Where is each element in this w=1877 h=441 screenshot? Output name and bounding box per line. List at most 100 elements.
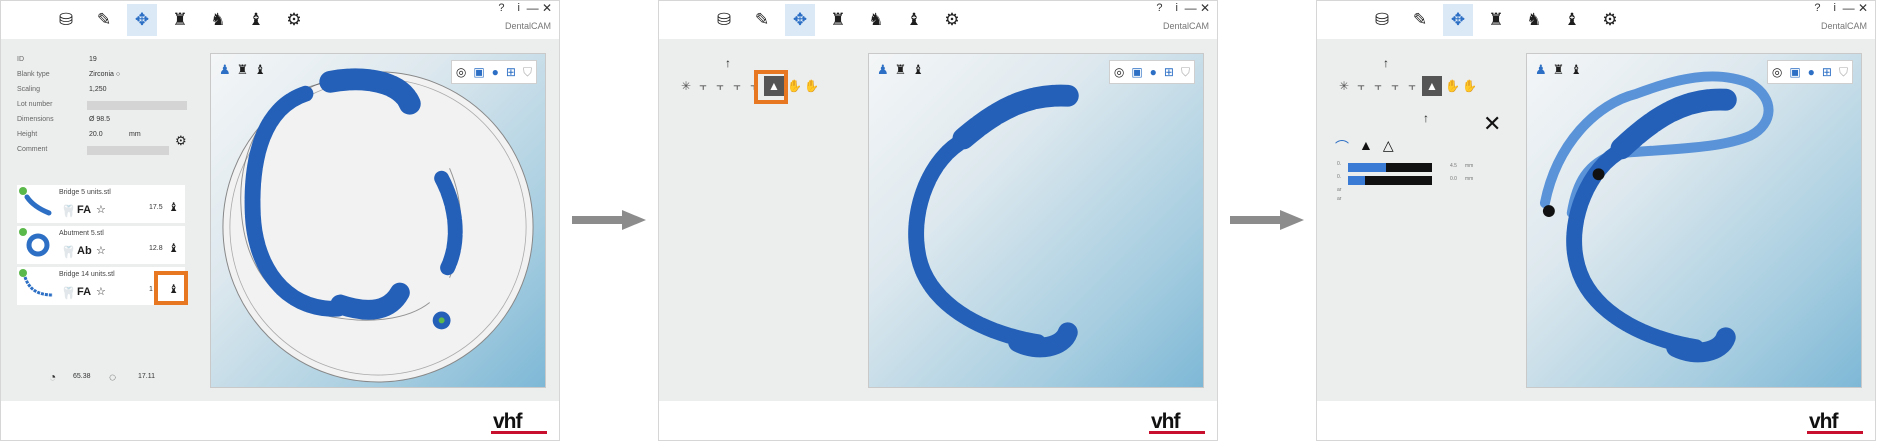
param-slider[interactable] <box>1348 163 1432 172</box>
tooth-pen-icon[interactable]: ♞ <box>861 4 891 36</box>
database-icon[interactable]: ⛁ <box>709 4 739 36</box>
main-toolbar: ⛁ ✎ ✥ ♜ ♞ ♝ ⚙ ? i — ✕ DentalCAM <box>659 1 1217 40</box>
help-info-buttons[interactable]: ? i <box>1814 2 1841 14</box>
up-arrow-icon[interactable]: ↑ <box>1383 56 1389 70</box>
bridge-thumbnail <box>23 276 54 297</box>
tooth-export-icon[interactable]: ♝ <box>241 4 271 36</box>
connector-icon[interactable]: ⫟ <box>730 79 744 94</box>
tooth-part-icon[interactable]: ✋ <box>1445 79 1460 93</box>
gear-icon[interactable]: ⚙ <box>937 4 967 36</box>
clamp-icon[interactable]: ✎ <box>89 4 119 36</box>
up-arrow-icon[interactable]: ↑ <box>725 56 731 70</box>
main-toolbar: ⛁ ✎ ✥ ♜ ♞ ♝ ⚙ ? i — ✕ DentalCAM <box>1 1 559 40</box>
sprue-icon[interactable]: ✳ <box>679 79 693 93</box>
clamp-icon[interactable]: ✎ <box>747 4 777 36</box>
job-card[interactable]: Bridge 5 units.stl 🦷 FA ☆ 17.5 ♝ <box>17 185 185 223</box>
window-close-button[interactable]: — ✕ <box>1185 1 1210 15</box>
vhf-logo: vhf <box>1149 411 1205 435</box>
app-title: DentalCAM <box>1162 21 1209 31</box>
tooth-part-icon[interactable]: ✋ <box>787 79 802 93</box>
gear-icon[interactable]: ⚙ <box>279 4 309 36</box>
info-value: Zirconia ○ <box>89 71 121 78</box>
sparkle-icon: ☆ <box>96 245 106 257</box>
job-name: Bridge 14 units.stl <box>59 271 115 278</box>
footer: vhf <box>1 401 559 440</box>
3d-viewport[interactable]: ♟ ♜ ♝ ◎ ▣ ● ⊞ ⛉ <box>1526 53 1862 388</box>
3d-viewport[interactable]: ♟ ♜ ♝ ◎ ▣ ● ⊞ ⛉ <box>210 53 546 388</box>
info-value: 1,250 <box>89 86 107 93</box>
calc-time: 65.38 <box>73 373 91 380</box>
tooth-icon: 🦷 <box>61 204 76 218</box>
lot-number-field[interactable] <box>87 101 187 110</box>
job-type: Ab <box>77 245 92 257</box>
position-icon[interactable]: ✥ <box>785 4 815 36</box>
tooth-part-icon[interactable]: ✋ <box>804 79 819 93</box>
tooth-part-icon[interactable]: ✋ <box>1462 79 1477 93</box>
footer: vhf <box>659 401 1217 440</box>
database-icon[interactable]: ⛁ <box>1367 4 1397 36</box>
cavity-tool-icon[interactable]: ▲ <box>1422 76 1442 96</box>
job-number: 12.8 <box>149 245 163 252</box>
tooth-pen-icon[interactable]: ♞ <box>203 4 233 36</box>
connector-icon[interactable]: ⫟ <box>1354 79 1368 94</box>
info-label: Scaling <box>17 86 40 93</box>
step-arrow <box>1230 210 1304 230</box>
window-close-button[interactable]: — ✕ <box>1843 1 1868 15</box>
position-icon[interactable]: ✥ <box>127 4 157 36</box>
job-number: 1 <box>149 286 153 293</box>
tooth-export-icon[interactable]: ♝ <box>1557 4 1587 36</box>
3d-viewport[interactable]: ♟ ♜ ♝ ◎ ▣ ● ⊞ ⛉ <box>868 53 1204 388</box>
help-info-buttons[interactable]: ? i <box>498 2 525 14</box>
sprue-icon[interactable]: ✳ <box>1337 79 1351 93</box>
step-arrow <box>572 210 646 230</box>
info-label: Comment <box>17 146 48 153</box>
arch-icon[interactable]: ⌒ <box>1335 137 1349 157</box>
cavity-solid-icon[interactable]: ▲ <box>1359 137 1373 157</box>
info-label: Height <box>17 131 38 138</box>
database-icon[interactable]: ⛁ <box>51 4 81 36</box>
comment-field[interactable] <box>87 146 169 155</box>
job-card[interactable]: Abutment 5.stl 🦷 Ab ☆ 12.8 ♝ <box>17 226 185 264</box>
bridge-model <box>908 84 1079 358</box>
info-value: 19 <box>89 56 97 63</box>
job-number: 17.5 <box>149 204 163 211</box>
param-unit: mm <box>1465 163 1474 169</box>
mill-time: 17.11 <box>138 373 155 380</box>
blank-info-table: ID 19 Blank type Zirconia ○ Scaling 1,250 L… <box>17 53 192 158</box>
cavity-parameters: 0. 4.5 mm 0. 0.0 mm ar ar <box>1337 161 1473 205</box>
vhf-logo: vhf <box>1807 411 1863 435</box>
tooth-add-icon[interactable]: ♜ <box>823 4 853 36</box>
connector-icon[interactable]: ⫟ <box>1405 79 1419 94</box>
mill-time-icon: ◌ <box>109 370 117 384</box>
tooth-add-icon[interactable]: ♜ <box>165 4 195 36</box>
gear-icon[interactable]: ⚙ <box>1595 4 1625 36</box>
up-arrow-icon[interactable]: ↑ <box>1423 111 1429 125</box>
help-info-buttons[interactable]: ? i <box>1156 2 1183 14</box>
app-title: DentalCAM <box>1820 21 1867 31</box>
window-close-button[interactable]: — ✕ <box>527 1 552 15</box>
param-slider[interactable] <box>1348 176 1432 185</box>
tooth-icon: 🦷 <box>61 245 76 259</box>
tooth-export-icon[interactable]: ♝ <box>899 4 929 36</box>
param-unit: mm <box>1465 176 1474 182</box>
connector-icon[interactable]: ⫟ <box>696 79 710 94</box>
position-icon[interactable]: ✥ <box>1443 4 1473 36</box>
tooth-pen-icon[interactable]: ♞ <box>1519 4 1549 36</box>
tooth-export-icon[interactable]: ♝ <box>168 200 179 214</box>
tooth-add-icon[interactable]: ♜ <box>1481 4 1511 36</box>
connector-icon[interactable]: ⫟ <box>713 79 727 94</box>
cavity-outline-icon[interactable]: △ <box>1383 137 1394 157</box>
close-icon[interactable]: ✕ <box>1483 111 1501 137</box>
tooth-export-icon[interactable]: ♝ <box>168 241 179 255</box>
job-name: Bridge 5 units.stl <box>59 189 111 196</box>
blank-settings-icon[interactable]: ⚙ <box>175 133 187 149</box>
object-tools: ✳ ⫟ ⫟ ⫟ ⫟ ▲ ✋ ✋ <box>679 76 819 96</box>
main-toolbar: ⛁ ✎ ✥ ♜ ♞ ♝ ⚙ ? i — ✕ DentalCAM <box>1317 1 1875 40</box>
connector-icon[interactable]: ⫟ <box>1371 79 1385 94</box>
panel-nesting: ⛁ ✎ ✥ ♜ ♞ ♝ ⚙ ? i — ✕ DentalCAM ID 19 Bla… <box>0 0 560 441</box>
vhf-logo: vhf <box>491 411 547 435</box>
clamp-icon[interactable]: ✎ <box>1405 4 1435 36</box>
info-label: Blank type <box>17 71 50 78</box>
connector-icon[interactable]: ⫟ <box>1388 79 1402 94</box>
info-label: ID <box>17 56 24 63</box>
